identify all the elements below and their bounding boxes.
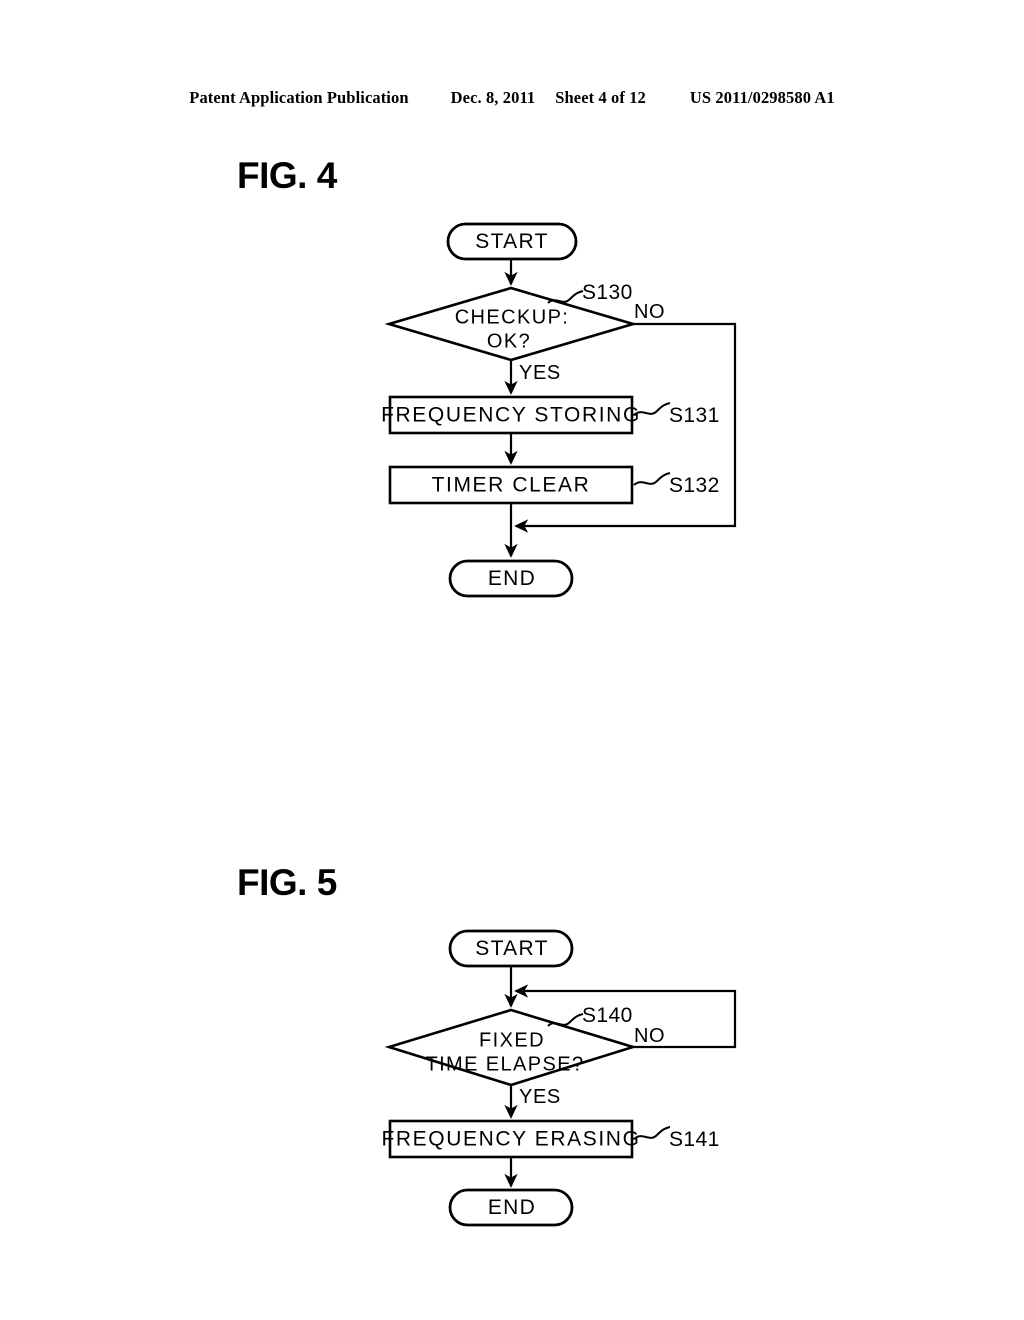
fig4-no-branch-label: NO [634, 301, 665, 323]
fig4-start-label: START [475, 230, 548, 253]
fig4-s130-step-label: S130 [582, 281, 633, 304]
fig5-no-branch-label: NO [634, 1025, 665, 1047]
fig4-process-frequency-storing: FREQUENCY STORING [381, 395, 641, 435]
fig5-end-label: END [488, 1196, 536, 1219]
fig4-decision-label-line1: CHECKUP: [455, 306, 570, 328]
flowchart-canvas: START CHECKUP: OK? S130 NO YES FREQUENCY… [381, 222, 737, 1227]
fig5-decision-label-line2: TIME ELAPSE? [425, 1053, 584, 1075]
fig4-end-label: END [488, 567, 536, 590]
fig5-start-node: START [448, 929, 574, 968]
fig5-s140-step-label: S140 [582, 1004, 633, 1027]
fig4-yes-branch-label: YES [519, 362, 561, 384]
fig4-frequency-storing-label: FREQUENCY STORING [381, 404, 641, 427]
fig4-s132-leader-line [633, 472, 671, 486]
figure-4-flowchart: START CHECKUP: OK? S130 NO YES FREQUENCY… [381, 222, 737, 598]
fig5-end-node: END [448, 1188, 574, 1227]
figure-5-flowchart: START FIXED TIME ELAPSE? S140 NO YES FRE… [381, 929, 737, 1227]
fig5-start-label: START [475, 937, 548, 960]
fig4-timer-clear-label: TIMER CLEAR [432, 474, 591, 497]
fig4-s131-step-label: S131 [669, 404, 720, 427]
fig5-yes-branch-label: YES [519, 1086, 561, 1108]
fig5-frequency-erasing-label: FREQUENCY ERASING [381, 1128, 640, 1151]
fig4-end-node: END [448, 559, 574, 598]
fig5-s141-step-label: S141 [669, 1128, 720, 1151]
fig5-process-frequency-erasing: FREQUENCY ERASING [381, 1119, 640, 1159]
fig5-decision-label-line1: FIXED [479, 1029, 545, 1051]
fig4-s132-step-label: S132 [669, 474, 720, 497]
fig4-process-timer-clear: TIMER CLEAR [388, 465, 634, 505]
patent-drawing-sheet: Patent Application Publication Dec. 8, 2… [0, 0, 1024, 1320]
fig4-decision-label-line2: OK? [487, 330, 531, 352]
fig4-start-node: START [446, 222, 578, 261]
